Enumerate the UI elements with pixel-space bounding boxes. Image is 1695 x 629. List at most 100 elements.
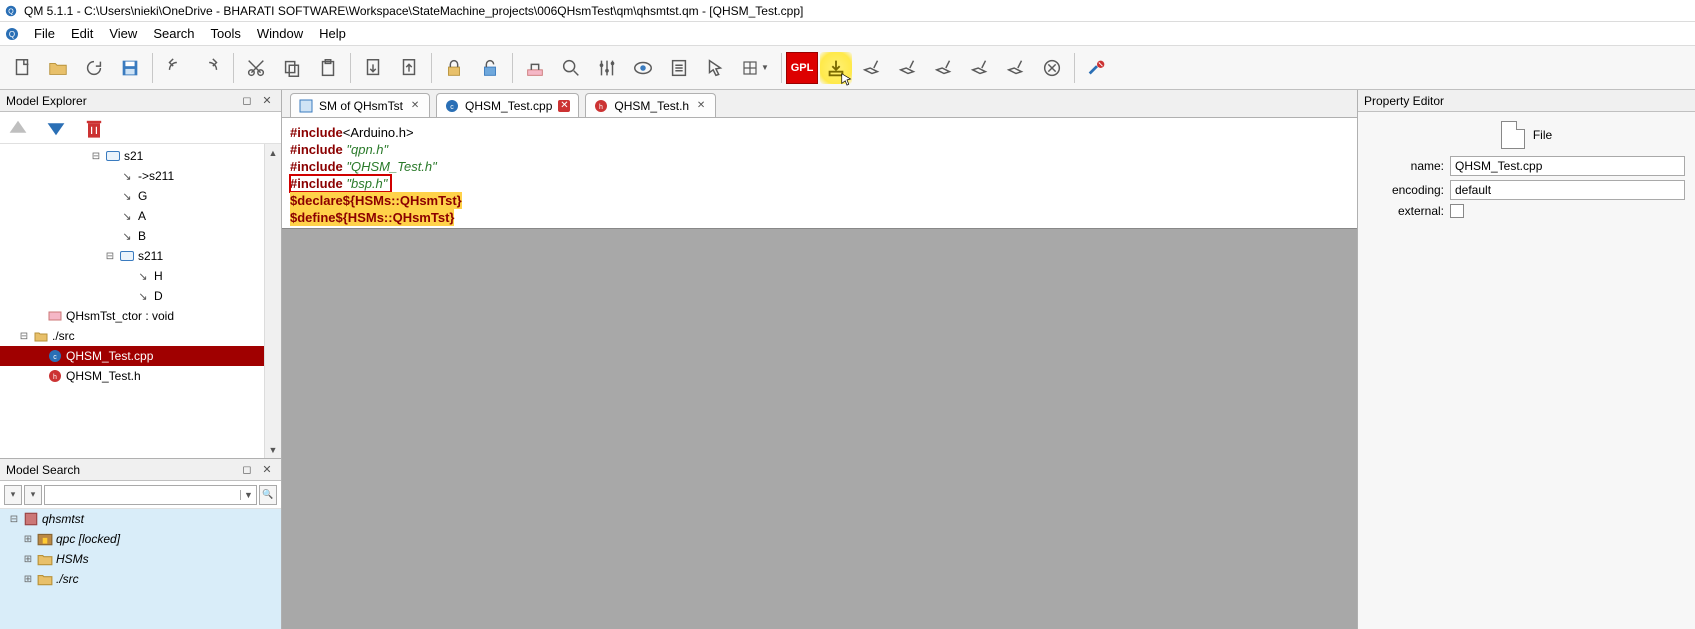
pointer-button[interactable] — [699, 52, 731, 84]
search-input[interactable]: ▼ — [44, 485, 257, 505]
document-button[interactable] — [663, 52, 695, 84]
tree-node-h-file[interactable]: h QHSM_Test.h — [0, 366, 281, 386]
app-menu-icon[interactable]: Q — [4, 26, 20, 42]
tree-node-cpp-file[interactable]: c QHSM_Test.cpp — [0, 346, 281, 366]
generate-code-button[interactable] — [820, 52, 852, 84]
settings-sliders-button[interactable] — [591, 52, 623, 84]
search-close-button[interactable]: ✕ — [259, 462, 275, 478]
property-editor-header: Property Editor — [1358, 90, 1695, 112]
model-explorer-header: Model Explorer ◻ ✕ — [0, 90, 281, 112]
search-prev-button[interactable]: ▾ — [4, 485, 22, 505]
tree-node-s211[interactable]: ⊟ s211 — [0, 246, 281, 266]
new-model-button[interactable] — [6, 52, 38, 84]
cleanup-button[interactable] — [519, 52, 551, 84]
open-button[interactable] — [42, 52, 74, 84]
import-button[interactable] — [357, 52, 389, 84]
prop-encoding-input[interactable]: default — [1450, 180, 1685, 200]
zoom-button[interactable] — [555, 52, 587, 84]
explorer-toolbar — [0, 112, 281, 144]
code-editor[interactable]: #include<Arduino.h> #include "qpn.h" #in… — [282, 118, 1357, 228]
package-locked-icon — [37, 531, 53, 547]
tree-node-a[interactable]: ↘ A — [0, 206, 281, 226]
search-result-hsms[interactable]: ⊞ HSMs — [0, 549, 281, 569]
tree-node-g[interactable]: ↘ G — [0, 186, 281, 206]
cut-button[interactable] — [240, 52, 272, 84]
transition-icon: ↘ — [119, 228, 135, 244]
title-bar: Q QM 5.1.1 - C:\Users\nieki\OneDrive - B… — [0, 0, 1695, 22]
build-3-button[interactable] — [928, 52, 960, 84]
undo-button[interactable] — [159, 52, 191, 84]
prop-name-label: name: — [1368, 159, 1444, 173]
tree-node-s21[interactable]: ⊟ s21 — [0, 146, 281, 166]
stop-build-button[interactable] — [1036, 52, 1068, 84]
panel-close-button[interactable]: ✕ — [259, 93, 275, 109]
menu-tools[interactable]: Tools — [203, 24, 249, 43]
toolbar: ▼ GPL — [0, 46, 1695, 90]
search-result-qpc[interactable]: ⊞ qpc [locked] — [0, 529, 281, 549]
delete-button[interactable] — [82, 116, 106, 140]
tree-node-src-folder[interactable]: ⊟ ./src — [0, 326, 281, 346]
grid-dropdown-button[interactable]: ▼ — [735, 52, 775, 84]
scroll-up-button[interactable]: ▲ — [265, 144, 281, 161]
lock-button[interactable] — [438, 52, 470, 84]
menu-view[interactable]: View — [101, 24, 145, 43]
menu-edit[interactable]: Edit — [63, 24, 101, 43]
build-5-button[interactable] — [1000, 52, 1032, 84]
redo-button[interactable] — [195, 52, 227, 84]
prop-encoding-label: encoding: — [1368, 183, 1444, 197]
h-file-icon: h — [47, 368, 63, 384]
panel-float-button[interactable]: ◻ — [239, 93, 255, 109]
menu-help[interactable]: Help — [311, 24, 354, 43]
transition-icon: ↘ — [119, 188, 135, 204]
search-float-button[interactable]: ◻ — [239, 462, 255, 478]
save-button[interactable] — [114, 52, 146, 84]
prop-external-checkbox[interactable] — [1450, 204, 1464, 218]
tab-sm-diagram[interactable]: SM of QHsmTst ✕ — [290, 93, 430, 117]
transition-icon: ↘ — [119, 208, 135, 224]
folder-icon — [37, 571, 53, 587]
menu-search[interactable]: Search — [145, 24, 202, 43]
prop-name-input[interactable]: QHSM_Test.cpp — [1450, 156, 1685, 176]
svg-text:Q: Q — [8, 8, 14, 15]
move-up-button[interactable] — [6, 116, 30, 140]
tab-cpp[interactable]: c QHSM_Test.cpp ✕ — [436, 93, 579, 117]
tab-close-icon[interactable]: ✕ — [409, 100, 421, 112]
build-button[interactable] — [856, 52, 888, 84]
paste-button[interactable] — [312, 52, 344, 84]
reload-button[interactable] — [78, 52, 110, 84]
tree-scrollbar[interactable]: ▲ ▼ — [264, 144, 281, 458]
export-button[interactable] — [393, 52, 425, 84]
menu-file[interactable]: File — [26, 24, 63, 43]
scroll-down-button[interactable]: ▼ — [265, 441, 281, 458]
tree-node-h[interactable]: ↘ H — [0, 266, 281, 286]
editor-tabstrip: SM of QHsmTst ✕ c QHSM_Test.cpp ✕ h QHSM… — [282, 90, 1357, 118]
package-icon — [37, 551, 53, 567]
h-file-icon: h — [594, 99, 608, 113]
tab-close-icon[interactable]: ✕ — [695, 100, 707, 112]
search-results[interactable]: ⊟ qhsmtst ⊞ qpc [locked] ⊞ HSMs ⊞ — [0, 509, 281, 629]
copy-button[interactable] — [276, 52, 308, 84]
property-editor-title: Property Editor — [1364, 94, 1444, 108]
menu-window[interactable]: Window — [249, 24, 311, 43]
state-icon — [105, 148, 121, 164]
manage-tools-button[interactable] — [1081, 52, 1113, 84]
preview-button[interactable] — [627, 52, 659, 84]
build-4-button[interactable] — [964, 52, 996, 84]
tree-node-ctor[interactable]: QHsmTst_ctor : void — [0, 306, 281, 326]
build-2-button[interactable] — [892, 52, 924, 84]
search-history-button[interactable]: ▾ — [24, 485, 42, 505]
tab-h[interactable]: h QHSM_Test.h ✕ — [585, 93, 716, 117]
model-icon — [23, 511, 39, 527]
tab-close-icon[interactable]: ✕ — [558, 100, 570, 112]
search-result-root[interactable]: ⊟ qhsmtst — [0, 509, 281, 529]
unlock-button[interactable] — [474, 52, 506, 84]
license-gpl-button[interactable]: GPL — [786, 52, 818, 84]
model-explorer-tree[interactable]: ⊟ s21 ↘ ->s211 ↘ G ↘ A ↘ B — [0, 144, 281, 458]
search-result-src[interactable]: ⊞ ./src — [0, 569, 281, 589]
search-controls: ▾ ▾ ▼ 🔍 — [0, 481, 281, 509]
search-go-button[interactable]: 🔍 — [259, 485, 277, 505]
move-down-button[interactable] — [44, 116, 68, 140]
tree-node-to-s211[interactable]: ↘ ->s211 — [0, 166, 281, 186]
tree-node-d[interactable]: ↘ D — [0, 286, 281, 306]
tree-node-b[interactable]: ↘ B — [0, 226, 281, 246]
